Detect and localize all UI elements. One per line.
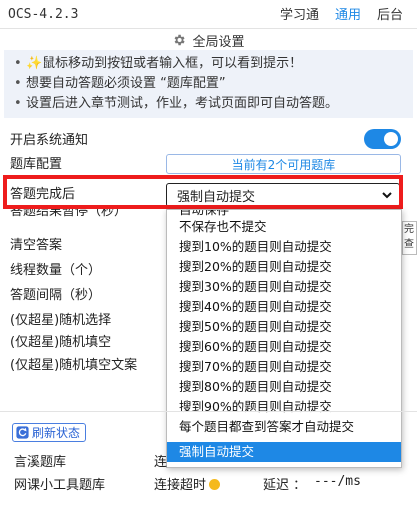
tab-xuexitong[interactable]: 学习通 <box>280 4 319 23</box>
bank-status: 连接超时 <box>154 474 221 493</box>
bank-config-label: 题库配置 <box>10 157 63 172</box>
tab-backend[interactable]: 后台 <box>377 4 403 23</box>
pause-label: 答题结果暂停（秒） <box>10 209 128 219</box>
dropdown-option[interactable]: 搜到80%的题目则自动提交 <box>167 377 401 397</box>
dropdown-option[interactable]: 自动保存 <box>167 210 401 217</box>
tip-item: 想要自动答题必须设置 “题库配置” <box>14 74 405 94</box>
status-divider <box>0 411 417 412</box>
tip-item: ✨鼠标移动到按钮或者输入框，可以看到提示！ <box>14 54 405 74</box>
dropdown-option[interactable]: 搜到50%的题目则自动提交 <box>167 317 401 337</box>
tab-general[interactable]: 通用 <box>335 4 361 23</box>
system-notify-toggle[interactable] <box>364 129 401 149</box>
interval-label: 答题间隔（秒） <box>10 288 102 303</box>
tips-panel: ✨鼠标移动到按钮或者输入框，可以看到提示！ 想要自动答题必须设置 “题库配置” … <box>4 50 413 118</box>
on-complete-select[interactable]: 强制自动提交 <box>166 183 400 207</box>
top-divider <box>0 28 417 29</box>
status-dot-icon <box>209 479 221 490</box>
dropdown-option[interactable]: 搜到30%的题目则自动提交 <box>167 277 401 297</box>
latency-value: ---/ms <box>314 474 361 489</box>
bank-config-button[interactable]: 当前有2个可用题库 <box>166 154 401 174</box>
random-fill-label: (仅超星)随机填空 <box>10 335 112 350</box>
app-title: OCS-4.2.3 <box>8 6 79 22</box>
threads-label: 线程数量（个） <box>10 263 102 278</box>
tip-item: 设置后进入章节测试，作业，考试页面即可自动答题。 <box>14 94 405 114</box>
dropdown-option[interactable]: 每个题目都查到答案才自动提交 <box>167 417 401 437</box>
refresh-status-label: 刷新状态 <box>32 426 81 440</box>
refresh-status-button[interactable]: 刷新状态 <box>12 423 87 442</box>
dropdown-option[interactable]: 搜到70%的题目则自动提交 <box>167 357 401 377</box>
dropdown-option[interactable]: 搜到20%的题目则自动提交 <box>167 257 401 277</box>
side-panel-stub: 完 查 <box>402 221 417 255</box>
on-complete-value: 强制自动提交 <box>177 189 256 205</box>
on-complete-dropdown: 自动保存 不保存也不提交 搜到10%的题目则自动提交 搜到20%的题目则自动提交… <box>166 209 402 468</box>
dropdown-option[interactable]: 不保存也不提交 <box>167 217 401 237</box>
dropdown-option[interactable]: 搜到60%的题目则自动提交 <box>167 337 401 357</box>
section-header: 全局设置 <box>0 30 417 50</box>
random-fill-text-label: (仅超星)随机填空文案 <box>10 358 138 373</box>
dropdown-option[interactable]: 搜到10%的题目则自动提交 <box>167 237 401 257</box>
clear-answer-label: 清空答案 <box>10 238 63 253</box>
on-complete-label: 答题完成后 <box>10 187 76 202</box>
bank-name: 言溪题库 <box>14 455 67 470</box>
gear-icon <box>175 34 186 46</box>
refresh-icon <box>16 426 29 439</box>
section-title: 全局设置 <box>192 34 245 50</box>
tab-bar: 学习通 通用 后台 <box>280 4 403 23</box>
dropdown-option[interactable]: 搜到40%的题目则自动提交 <box>167 297 401 317</box>
latency-label: 延迟 ： <box>263 478 307 493</box>
system-notify-label: 开启系统通知 <box>10 133 89 148</box>
random-choice-label: (仅超星)随机选择 <box>10 313 112 328</box>
bank-status: 连 <box>154 455 168 470</box>
toggle-knob <box>384 132 398 146</box>
chevron-down-icon <box>382 192 392 199</box>
dropdown-option-selected[interactable]: 强制自动提交 <box>167 442 401 462</box>
dropdown-option[interactable]: 搜到90%的题目则自动提交 <box>167 397 401 417</box>
bank-name: 网课小工具题库 <box>14 478 106 493</box>
